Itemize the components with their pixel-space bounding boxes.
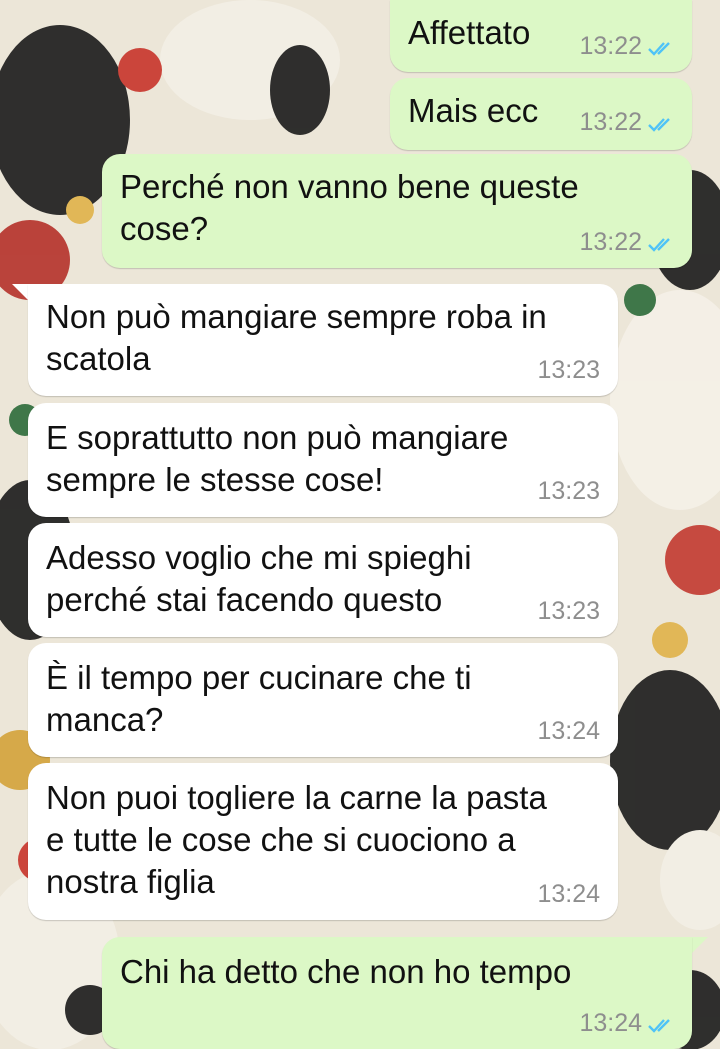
message-text: Chi ha detto che non ho tempo — [120, 953, 572, 990]
message-text: Adesso voglio che mi spieghi — [46, 539, 472, 576]
message-time: 13:24 — [537, 717, 600, 745]
message-text: Non puoi togliere la carne la pasta — [46, 779, 547, 816]
message-text: Affettato — [408, 14, 531, 51]
read-double-check-icon — [648, 42, 670, 56]
message-text: sempre le stesse cose! — [46, 461, 384, 498]
message-time: 13:23 — [537, 597, 600, 625]
incoming-message[interactable]: Adesso voglio che mi spieghi perché stai… — [28, 523, 618, 637]
read-double-check-icon — [648, 1019, 670, 1033]
message-text: manca? — [46, 701, 164, 738]
outgoing-message[interactable]: Affettato 13:22 — [390, 0, 692, 72]
incoming-message[interactable]: È il tempo per cucinare che ti manca? 13… — [28, 643, 618, 757]
message-text: E soprattutto non può mangiare — [46, 419, 509, 456]
message-text: scatola — [46, 340, 151, 377]
message-time: 13:24 — [579, 1009, 642, 1037]
message-text: perché stai facendo questo — [46, 581, 443, 618]
message-text: cose? — [120, 210, 209, 247]
message-text: e tutte le cose che si cuociono a — [46, 821, 516, 858]
message-time: 13:22 — [579, 108, 642, 136]
incoming-message[interactable]: Non puoi togliere la carne la pasta e tu… — [28, 763, 618, 920]
message-text: È il tempo per cucinare che ti — [46, 659, 472, 696]
message-time: 13:23 — [537, 477, 600, 505]
message-time: 13:24 — [537, 880, 600, 908]
incoming-message[interactable]: E soprattutto non può mangiare sempre le… — [28, 403, 618, 517]
read-double-check-icon — [648, 118, 670, 132]
outgoing-message[interactable]: Chi ha detto che non ho tempo 13:24 — [102, 937, 692, 1049]
read-double-check-icon — [648, 238, 670, 252]
message-text: Mais ecc — [408, 92, 539, 129]
message-text: Perché non vanno bene queste — [120, 168, 579, 205]
message-text: Non può mangiare sempre roba in — [46, 298, 547, 335]
incoming-message[interactable]: Non può mangiare sempre roba in scatola … — [28, 284, 618, 396]
message-text: nostra figlia — [46, 863, 215, 900]
bubble-tail — [690, 937, 708, 955]
message-time: 13:23 — [537, 356, 600, 384]
outgoing-message[interactable]: Mais ecc 13:22 — [390, 78, 692, 150]
message-time: 13:22 — [579, 228, 642, 256]
message-time: 13:22 — [579, 32, 642, 60]
outgoing-message[interactable]: Perché non vanno bene queste cose? 13:22 — [102, 154, 692, 268]
